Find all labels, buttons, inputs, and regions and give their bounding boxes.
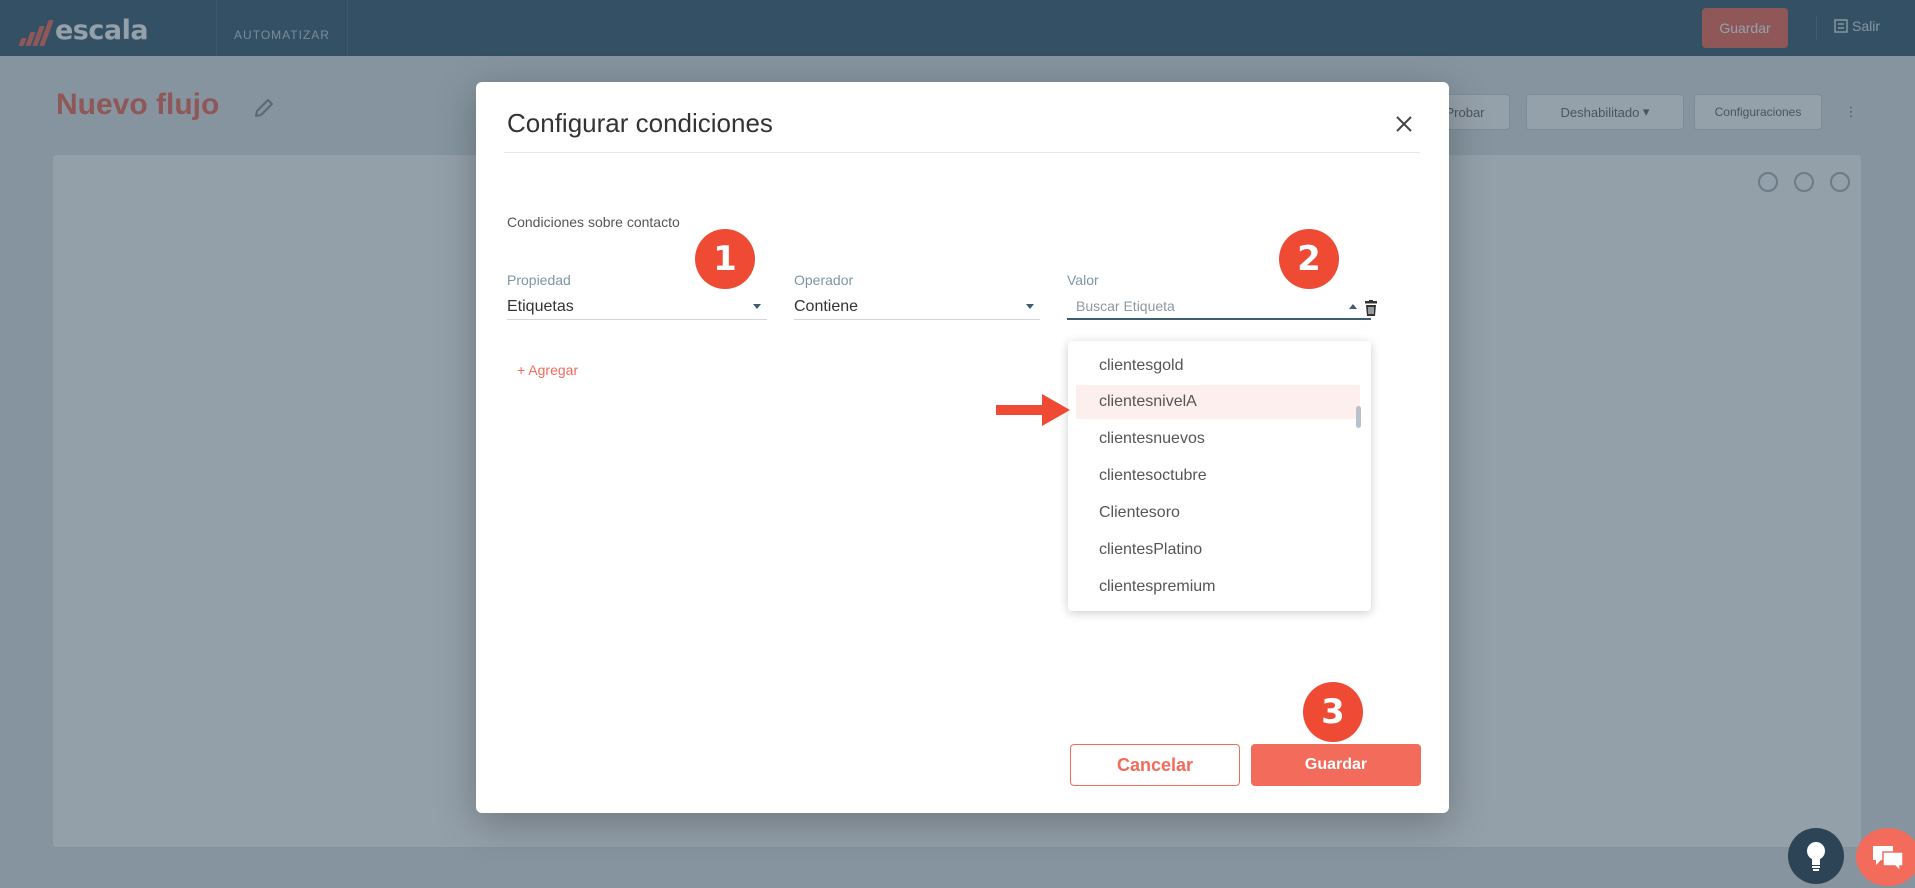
- chat-icon: [1873, 846, 1904, 872]
- save-button[interactable]: Guardar: [1251, 744, 1421, 786]
- ideas-button[interactable]: [1788, 828, 1844, 884]
- operator-select[interactable]: Contiene: [794, 294, 1040, 320]
- value-dropdown: clientesgold clientesnivelA clientesnuev…: [1068, 341, 1371, 611]
- chat-button[interactable]: [1856, 828, 1915, 886]
- property-value: Etiquetas: [507, 297, 574, 315]
- lightbulb-icon: [1807, 842, 1825, 871]
- section-label: Condiciones sobre contacto: [507, 214, 680, 230]
- property-select[interactable]: Etiquetas: [507, 294, 767, 320]
- operator-value: Contiene: [794, 297, 859, 315]
- step-badge-1: 1: [695, 229, 755, 289]
- add-condition-link[interactable]: + Agregar: [517, 362, 578, 378]
- value-search-input[interactable]: [1067, 298, 1337, 314]
- modal-title: Configurar condiciones: [507, 108, 773, 138]
- dropdown-item[interactable]: clientesoctubre: [1076, 459, 1360, 493]
- value-select[interactable]: [1067, 294, 1371, 320]
- dropdown-scrollbar[interactable]: [1356, 406, 1361, 428]
- step-badge-2: 2: [1279, 229, 1339, 289]
- cancel-button[interactable]: Cancelar: [1070, 744, 1240, 786]
- modal-divider: [504, 152, 1420, 153]
- dropdown-item[interactable]: clientesPlatino: [1076, 533, 1360, 567]
- dropdown-item[interactable]: clientesgold: [1076, 349, 1360, 383]
- close-icon[interactable]: [1392, 112, 1416, 136]
- dropdown-item[interactable]: Clientesoro: [1076, 496, 1360, 530]
- operator-label: Operador: [794, 272, 854, 288]
- trash-icon[interactable]: [1364, 300, 1378, 317]
- dropdown-item[interactable]: clientesnuevos: [1076, 422, 1360, 456]
- arrow-right-icon: [996, 394, 1070, 426]
- chevron-up-icon[interactable]: [1349, 303, 1357, 309]
- dropdown-item-selected[interactable]: clientesnivelA: [1076, 385, 1360, 419]
- chevron-down-icon: [753, 304, 761, 309]
- step-badge-3: 3: [1303, 682, 1363, 742]
- operator-field: Operador Contiene: [794, 272, 1040, 320]
- dropdown-item[interactable]: clientespremium: [1076, 570, 1360, 604]
- chevron-down-icon: [1026, 304, 1034, 309]
